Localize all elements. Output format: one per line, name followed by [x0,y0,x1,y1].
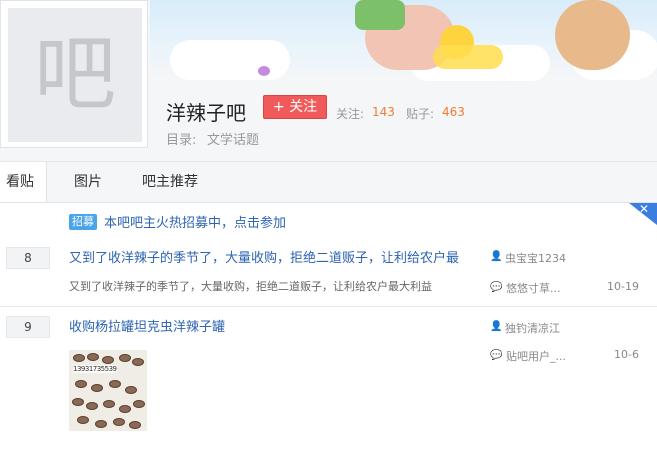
last-reply-user[interactable]: 贴吧用户_... [506,348,566,364]
follow-count-label: 关注: [336,107,365,121]
post-count: 463 [442,105,465,119]
thread-divider [0,306,657,307]
forum-name[interactable]: 洋辣子吧 [166,97,246,126]
reply-count-badge: 9 [6,316,50,338]
follow-count: 143 [372,105,395,119]
reply-icon: 💬 [490,350,503,361]
reply-icon: 💬 [490,282,503,293]
last-reply-user[interactable]: 悠悠寸草... [506,280,561,296]
thumbnail-caption: 13931735539 [73,365,117,373]
close-icon[interactable]: ✕ [639,202,649,216]
directory-label: 目录: [166,133,197,148]
tab-posts[interactable]: 看贴 [0,162,47,202]
forum-tabs: 看贴 图片 吧主推荐 [0,162,657,203]
last-reply-time: 10-19 [607,280,639,293]
thread-author[interactable]: 虫宝宝1234 [505,250,566,266]
last-reply-time: 10-6 [614,348,639,361]
user-icon: 👤 [490,251,503,262]
recruit-link[interactable]: 本吧吧主火热招募中，点击参加 [104,212,286,231]
thread-author[interactable]: 独钓清凉江 [505,320,560,336]
follow-button[interactable]: + 关注 [263,95,327,119]
forum-avatar: 吧 [8,8,142,142]
directory-link[interactable]: 文学话题 [207,129,259,148]
thread-image-thumbnail[interactable]: 13931735539 [69,350,147,431]
thread-abstract: 又到了收洋辣子的季节了，大量收购，拒绝二道贩子，让利给农户最大利益 [69,280,432,293]
post-count-label: 贴子: [406,107,435,121]
thread-title[interactable]: 收购杨拉罐坦克虫洋辣子罐 [69,316,225,335]
reply-count-badge: 8 [6,247,50,269]
forum-avatar-frame[interactable]: 吧 [0,0,148,148]
user-icon: 👤 [490,321,503,332]
tab-featured[interactable]: 吧主推荐 [142,162,198,202]
tab-images[interactable]: 图片 [74,162,102,202]
banner-illustration [150,0,657,81]
recruit-badge: 招募 [69,214,97,230]
thread-title[interactable]: 又到了收洋辣子的季节了，大量收购，拒绝二道贩子，让利给农户最 [69,247,459,266]
forum-header: 吧 洋辣子吧 + 关注 关注: 143 贴子: 463 目录: 文学话题 [0,0,657,162]
